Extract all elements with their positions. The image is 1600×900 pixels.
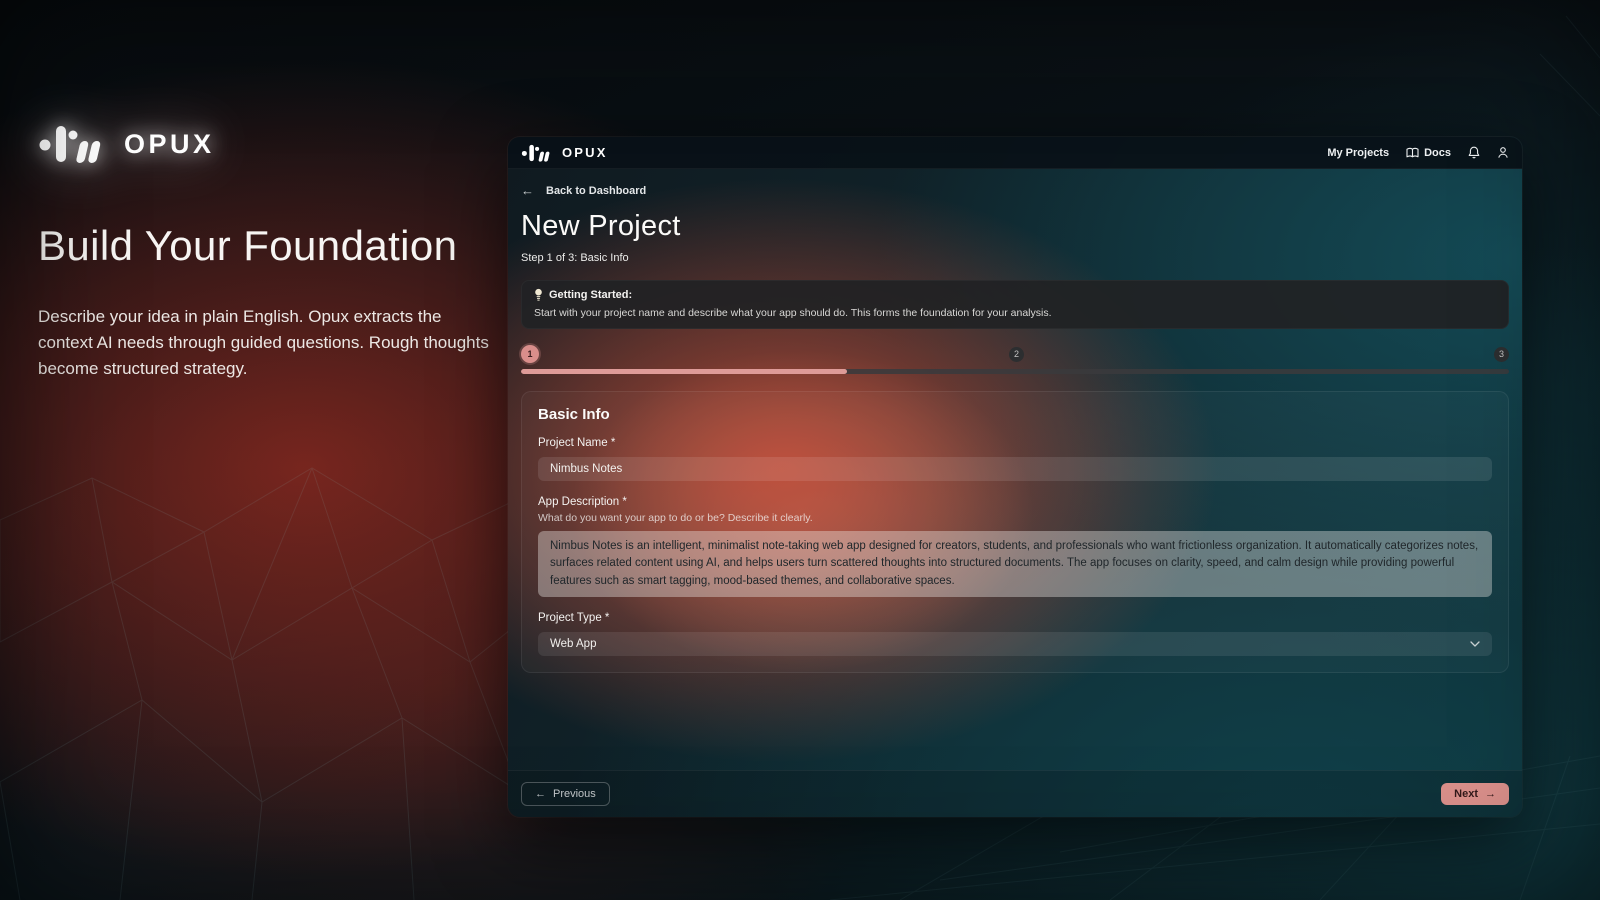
brand-logo-icon	[38, 122, 112, 166]
next-button-label: Next	[1454, 788, 1478, 800]
user-icon	[1497, 146, 1509, 159]
project-type-value: Web App	[550, 638, 596, 650]
navbar-wordmark: OPUX	[562, 145, 608, 160]
wizard-footer: ← Previous Next →	[508, 770, 1522, 817]
project-name-label: Project Name *	[538, 437, 1492, 449]
project-type-label: Project Type *	[538, 612, 1492, 624]
lightbulb-icon	[534, 288, 543, 301]
arrow-left-icon: ←	[535, 788, 546, 800]
arrow-right-icon: →	[1485, 788, 1496, 800]
app-window: OPUX My Projects Docs	[508, 137, 1522, 817]
bell-icon	[1468, 146, 1480, 159]
project-name-input[interactable]	[538, 457, 1492, 481]
project-type-select[interactable]: Web App	[538, 632, 1492, 656]
navbar-actions: My Projects Docs	[1327, 146, 1509, 159]
account-button[interactable]	[1497, 146, 1509, 159]
page-title: New Project	[521, 210, 1509, 243]
hero-description: Describe your idea in plain English. Opu…	[38, 304, 490, 382]
next-button[interactable]: Next →	[1441, 783, 1509, 805]
getting-started-header: Getting Started:	[534, 288, 1496, 301]
hero-title: Build Your Foundation	[38, 222, 490, 270]
app-navbar: OPUX My Projects Docs	[508, 137, 1522, 169]
arrow-left-icon: ←	[521, 183, 534, 198]
card-title: Basic Info	[538, 406, 1492, 423]
getting-started-title: Getting Started:	[549, 289, 632, 301]
app-description-helper: What do you want your app to do or be? D…	[538, 512, 1492, 524]
chevron-down-icon	[1470, 641, 1480, 647]
step-dot-2[interactable]: 2	[1009, 347, 1024, 362]
notifications-button[interactable]	[1468, 146, 1480, 159]
app-description-textarea[interactable]: Nimbus Notes is an intelligent, minimali…	[538, 531, 1492, 597]
progress-fill	[521, 369, 847, 374]
brand-wordmark: OPUX	[124, 129, 215, 160]
nav-docs-link[interactable]: Docs	[1406, 147, 1451, 159]
step-dot-3[interactable]: 3	[1494, 347, 1509, 362]
brand-logo: OPUX	[38, 122, 490, 166]
book-icon	[1406, 147, 1419, 159]
wizard-steps: 1 2 3	[521, 345, 1509, 363]
back-to-dashboard-link[interactable]: ← Back to Dashboard	[521, 183, 646, 198]
app-description-label: App Description *	[538, 496, 1492, 508]
navbar-logo[interactable]: OPUX	[521, 143, 608, 163]
nav-docs-label: Docs	[1424, 147, 1451, 159]
back-to-dashboard-label: Back to Dashboard	[546, 185, 646, 197]
getting-started-callout: Getting Started: Start with your project…	[521, 280, 1509, 329]
basic-info-card: Basic Info Project Name * App Descriptio…	[521, 391, 1509, 673]
navbar-logo-icon	[521, 143, 555, 163]
getting-started-body: Start with your project name and describ…	[534, 307, 1496, 319]
hero-panel: OPUX Build Your Foundation Describe your…	[38, 122, 490, 382]
progress-bar	[521, 369, 1509, 374]
step-dot-1[interactable]: 1	[521, 345, 539, 363]
nav-my-projects-link[interactable]: My Projects	[1327, 147, 1389, 159]
nav-my-projects-label: My Projects	[1327, 147, 1389, 159]
step-indicator-label: Step 1 of 3: Basic Info	[521, 252, 1509, 264]
previous-button[interactable]: ← Previous	[521, 782, 610, 806]
previous-button-label: Previous	[553, 788, 596, 800]
wizard-content: ← Back to Dashboard New Project Step 1 o…	[508, 169, 1522, 770]
